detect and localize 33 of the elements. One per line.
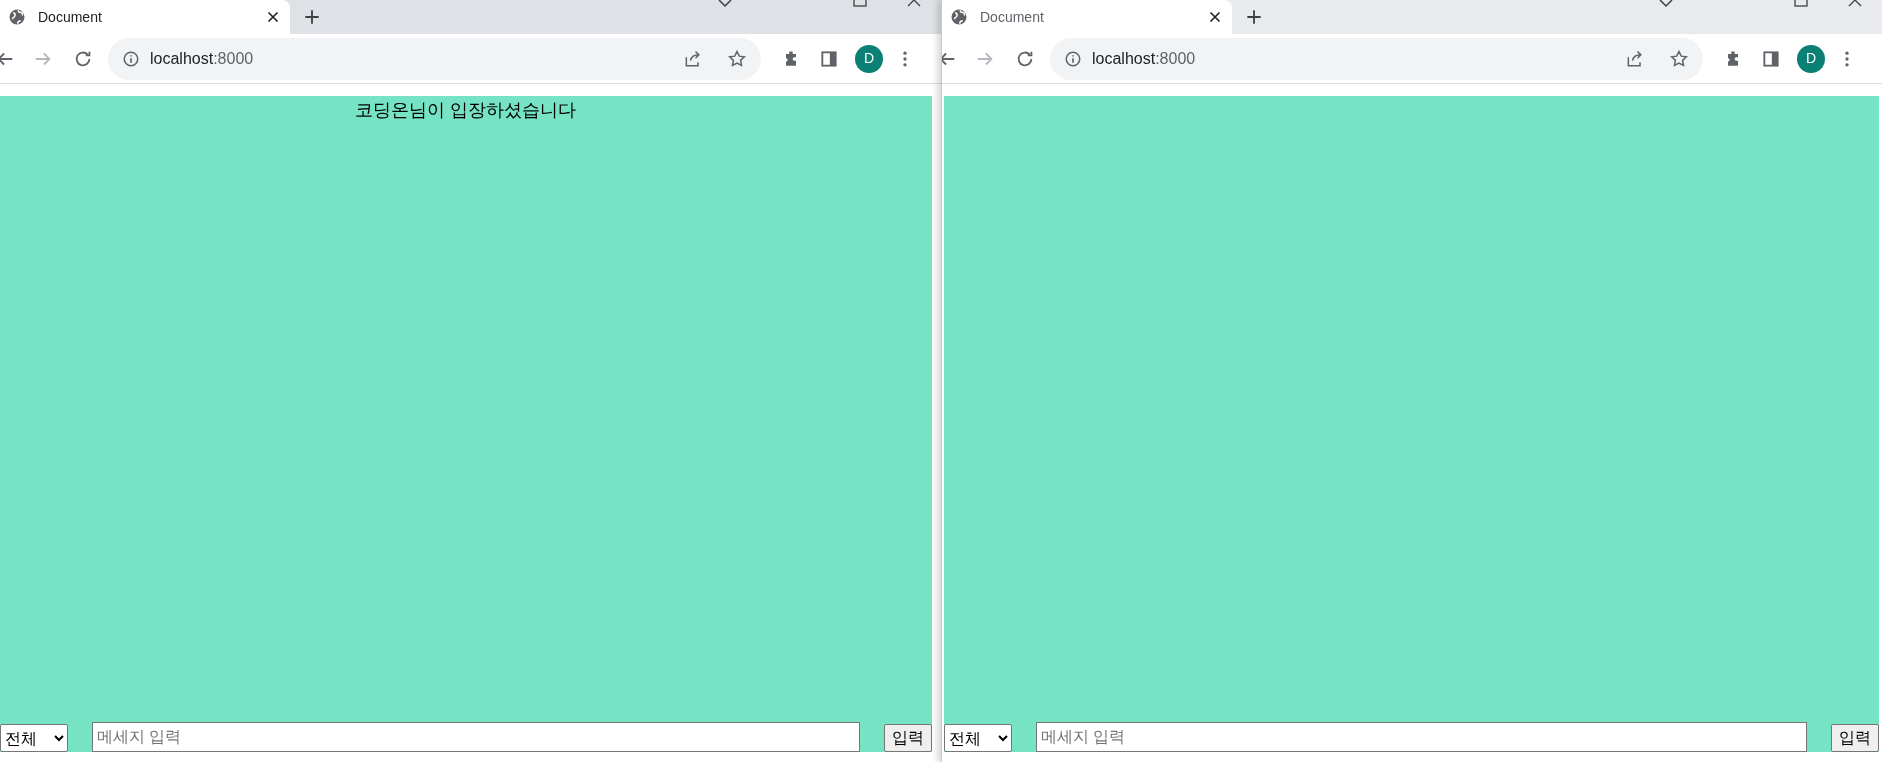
browser-tab[interactable]: Document — [0, 0, 290, 34]
url-text: localhost:8000 — [1092, 48, 1197, 69]
submit-button[interactable]: 입력 — [1831, 724, 1879, 752]
star-icon[interactable] — [1669, 48, 1689, 69]
caret-icon[interactable] — [717, 0, 733, 8]
side-panel-icon[interactable] — [819, 48, 839, 69]
share-icon[interactable] — [1625, 48, 1645, 69]
star-icon[interactable] — [727, 48, 747, 69]
address-bar[interactable]: localhost:8000 — [1050, 37, 1703, 80]
submit-button[interactable]: 입력 — [884, 724, 932, 752]
chat-message: 코딩온님이 입장하셨습니다 — [355, 99, 577, 122]
url-text: localhost:8000 — [150, 48, 255, 69]
profile-avatar[interactable]: D — [1797, 44, 1825, 73]
profile-avatar[interactable]: D — [855, 44, 883, 73]
message-input[interactable]: 메세지 입력 — [92, 722, 860, 752]
recipient-select[interactable]: 전체 — [944, 724, 1012, 752]
tab-title: Document — [38, 7, 103, 27]
maximize-icon[interactable] — [1794, 0, 1808, 7]
address-bar[interactable]: localhost:8000 — [108, 37, 761, 80]
globe-icon — [8, 8, 26, 26]
new-tab-icon[interactable] — [1244, 7, 1264, 27]
tab-title: Document — [980, 7, 1045, 27]
new-tab-icon[interactable] — [302, 7, 322, 27]
caret-icon[interactable] — [1658, 0, 1674, 8]
share-icon[interactable] — [683, 48, 703, 69]
browser-tab[interactable]: Document — [942, 0, 1232, 34]
recipient-select[interactable]: 전체 — [0, 724, 68, 752]
info-icon — [1064, 49, 1082, 68]
info-icon — [122, 49, 140, 68]
message-input[interactable]: 메세지 입력 — [1036, 722, 1807, 752]
globe-icon — [950, 8, 968, 26]
side-panel-icon[interactable] — [1761, 48, 1781, 69]
maximize-icon[interactable] — [853, 0, 867, 7]
